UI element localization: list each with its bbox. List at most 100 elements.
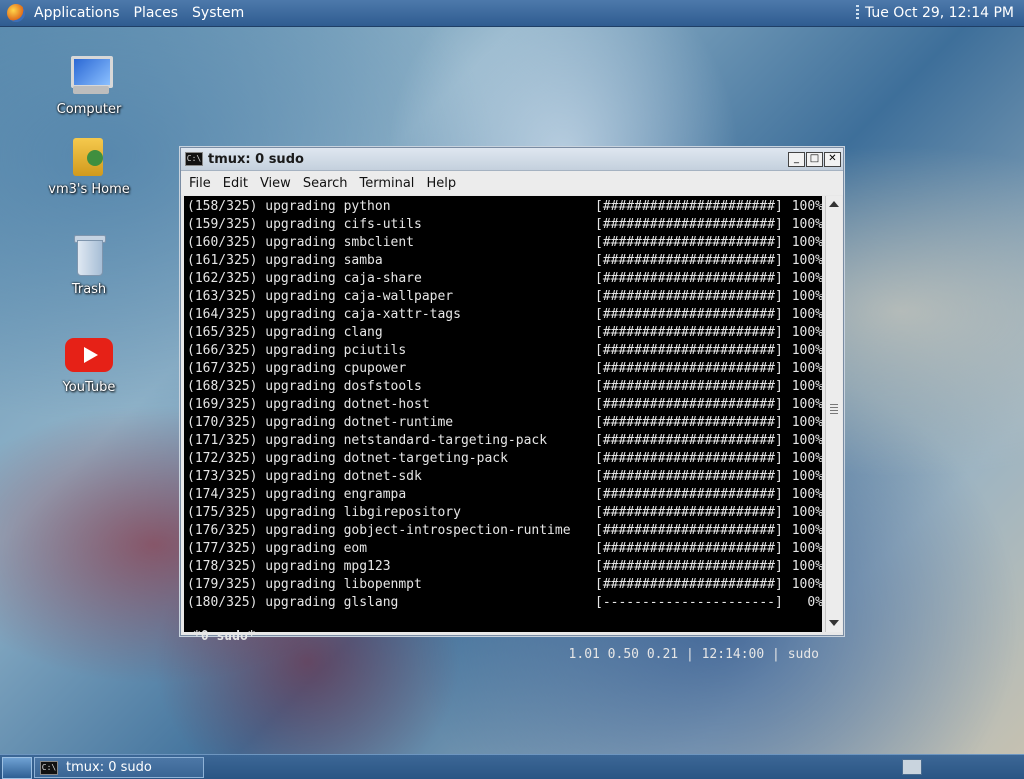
- progress-percent: 100%: [791, 451, 823, 466]
- panel-handle-icon[interactable]: [855, 5, 859, 21]
- progress-bar: [######################]: [595, 541, 783, 556]
- menu-search[interactable]: Search: [297, 176, 354, 191]
- desktop-icon-computer[interactable]: Computer: [39, 52, 139, 117]
- scroll-down-icon[interactable]: [829, 620, 839, 626]
- line-text: (170/325) upgrading dotnet-runtime: [187, 414, 453, 432]
- progress-bar: [######################]: [595, 343, 783, 358]
- line-action: upgrading: [265, 271, 336, 286]
- terminal-line: (169/325) upgrading dotnet-host [########…: [187, 396, 823, 414]
- menu-file[interactable]: File: [183, 176, 217, 191]
- tmux-window-list[interactable]: *0 sudo*: [193, 628, 256, 646]
- desktop-icon-home[interactable]: vm3's Home: [39, 132, 139, 197]
- desktop-icon-label: Trash: [71, 282, 107, 297]
- line-counter: (167/325): [187, 361, 258, 376]
- line-action: upgrading: [265, 397, 336, 412]
- line-action: upgrading: [265, 433, 336, 448]
- line-text: (163/325) upgrading caja-wallpaper: [187, 288, 453, 306]
- line-package: dotnet-runtime: [343, 415, 454, 430]
- terminal-output[interactable]: (158/325) upgrading python [#############…: [184, 196, 823, 662]
- line-action: upgrading: [265, 235, 336, 250]
- taskbar-button-terminal[interactable]: C:\ tmux: 0 sudo: [34, 757, 204, 778]
- progress-bar: [######################]: [595, 379, 783, 394]
- show-desktop-icon[interactable]: [2, 757, 32, 779]
- line-package: samba: [343, 253, 383, 268]
- desktop-icon-label: YouTube: [62, 380, 116, 395]
- line-text: (174/325) upgrading engrampa: [187, 486, 406, 504]
- line-text: (161/325) upgrading samba: [187, 252, 383, 270]
- progress-percent: 100%: [791, 559, 823, 574]
- terminal-line: (167/325) upgrading cpupower [###########…: [187, 360, 823, 378]
- window-titlebar[interactable]: C:\ tmux: 0 sudo _ □ ✕: [181, 148, 843, 171]
- trash-icon: [65, 232, 113, 280]
- line-package: python: [343, 199, 391, 214]
- progress-percent: 100%: [791, 487, 823, 502]
- progress-percent: 100%: [791, 217, 823, 232]
- menu-help[interactable]: Help: [420, 176, 462, 191]
- line-package: cpupower: [343, 361, 407, 376]
- computer-icon: [65, 52, 113, 100]
- terminal-line: (171/325) upgrading netstandard-targetin…: [187, 432, 823, 450]
- progress-bar: [######################]: [595, 451, 783, 466]
- line-action: upgrading: [265, 577, 336, 592]
- line-package: dotnet-sdk: [343, 469, 422, 484]
- maximize-button[interactable]: □: [806, 151, 823, 167]
- close-button[interactable]: ✕: [824, 151, 841, 167]
- desktop-icon-trash[interactable]: Trash: [39, 232, 139, 297]
- line-package: glslang: [343, 595, 399, 610]
- line-counter: (162/325): [187, 271, 258, 286]
- progress-percent: 100%: [791, 307, 823, 322]
- progress-bar: [######################]: [595, 325, 783, 340]
- desktop-icon-youtube[interactable]: YouTube: [39, 330, 139, 395]
- line-counter: (163/325): [187, 289, 258, 304]
- places-menu[interactable]: Places: [127, 0, 186, 26]
- workspace-switcher[interactable]: [902, 759, 922, 775]
- menu-view[interactable]: View: [254, 176, 297, 191]
- progress-percent: 100%: [791, 361, 823, 376]
- line-action: upgrading: [265, 199, 336, 214]
- terminal-line: (158/325) upgrading python [#############…: [187, 198, 823, 216]
- line-package: libgirepository: [343, 505, 461, 520]
- terminal-scrollbar[interactable]: [825, 196, 842, 632]
- youtube-icon: [65, 330, 113, 378]
- scroll-grip-icon[interactable]: [830, 404, 838, 414]
- terminal-line: (168/325) upgrading dosfstools [#########…: [187, 378, 823, 396]
- line-counter: (174/325): [187, 487, 258, 502]
- progress-percent: 100%: [791, 325, 823, 340]
- line-counter: (177/325): [187, 541, 258, 556]
- progress-bar: [######################]: [595, 487, 783, 502]
- menu-terminal[interactable]: Terminal: [353, 176, 420, 191]
- progress-bar: [######################]: [595, 433, 783, 448]
- terminal-line: (176/325) upgrading gobject-introspectio…: [187, 522, 823, 540]
- line-package: netstandard-targeting-pack: [343, 433, 548, 448]
- line-package: clang: [343, 325, 383, 340]
- scroll-up-icon[interactable]: [829, 201, 839, 207]
- line-text: (159/325) upgrading cifs-utils: [187, 216, 422, 234]
- progress-bar: [######################]: [595, 253, 783, 268]
- terminal-line: (161/325) upgrading samba [##############…: [187, 252, 823, 270]
- applications-menu[interactable]: Applications: [27, 0, 127, 26]
- progress-bar: [######################]: [595, 235, 783, 250]
- line-text: (167/325) upgrading cpupower: [187, 360, 406, 378]
- line-counter: (179/325): [187, 577, 258, 592]
- clock[interactable]: Tue Oct 29, 12:14 PM: [865, 5, 1014, 21]
- line-counter: (158/325): [187, 199, 258, 214]
- minimize-button[interactable]: _: [788, 151, 805, 167]
- menu-edit[interactable]: Edit: [217, 176, 254, 191]
- line-action: upgrading: [265, 253, 336, 268]
- line-text: (171/325) upgrading netstandard-targetin…: [187, 432, 547, 450]
- line-text: (178/325) upgrading mpg123: [187, 558, 391, 576]
- distro-logo-icon[interactable]: [7, 4, 25, 22]
- line-package: dotnet-host: [343, 397, 430, 412]
- progress-percent: 100%: [791, 433, 823, 448]
- line-action: upgrading: [265, 487, 336, 502]
- system-menu[interactable]: System: [185, 0, 251, 26]
- progress-bar: [######################]: [595, 505, 783, 520]
- progress-percent: 100%: [791, 235, 823, 250]
- window-title: tmux: 0 sudo: [208, 151, 304, 167]
- line-action: upgrading: [265, 289, 336, 304]
- line-action: upgrading: [265, 379, 336, 394]
- line-text: (160/325) upgrading smbclient: [187, 234, 414, 252]
- progress-bar: [######################]: [595, 577, 783, 592]
- progress-bar: [######################]: [595, 307, 783, 322]
- line-counter: (169/325): [187, 397, 258, 412]
